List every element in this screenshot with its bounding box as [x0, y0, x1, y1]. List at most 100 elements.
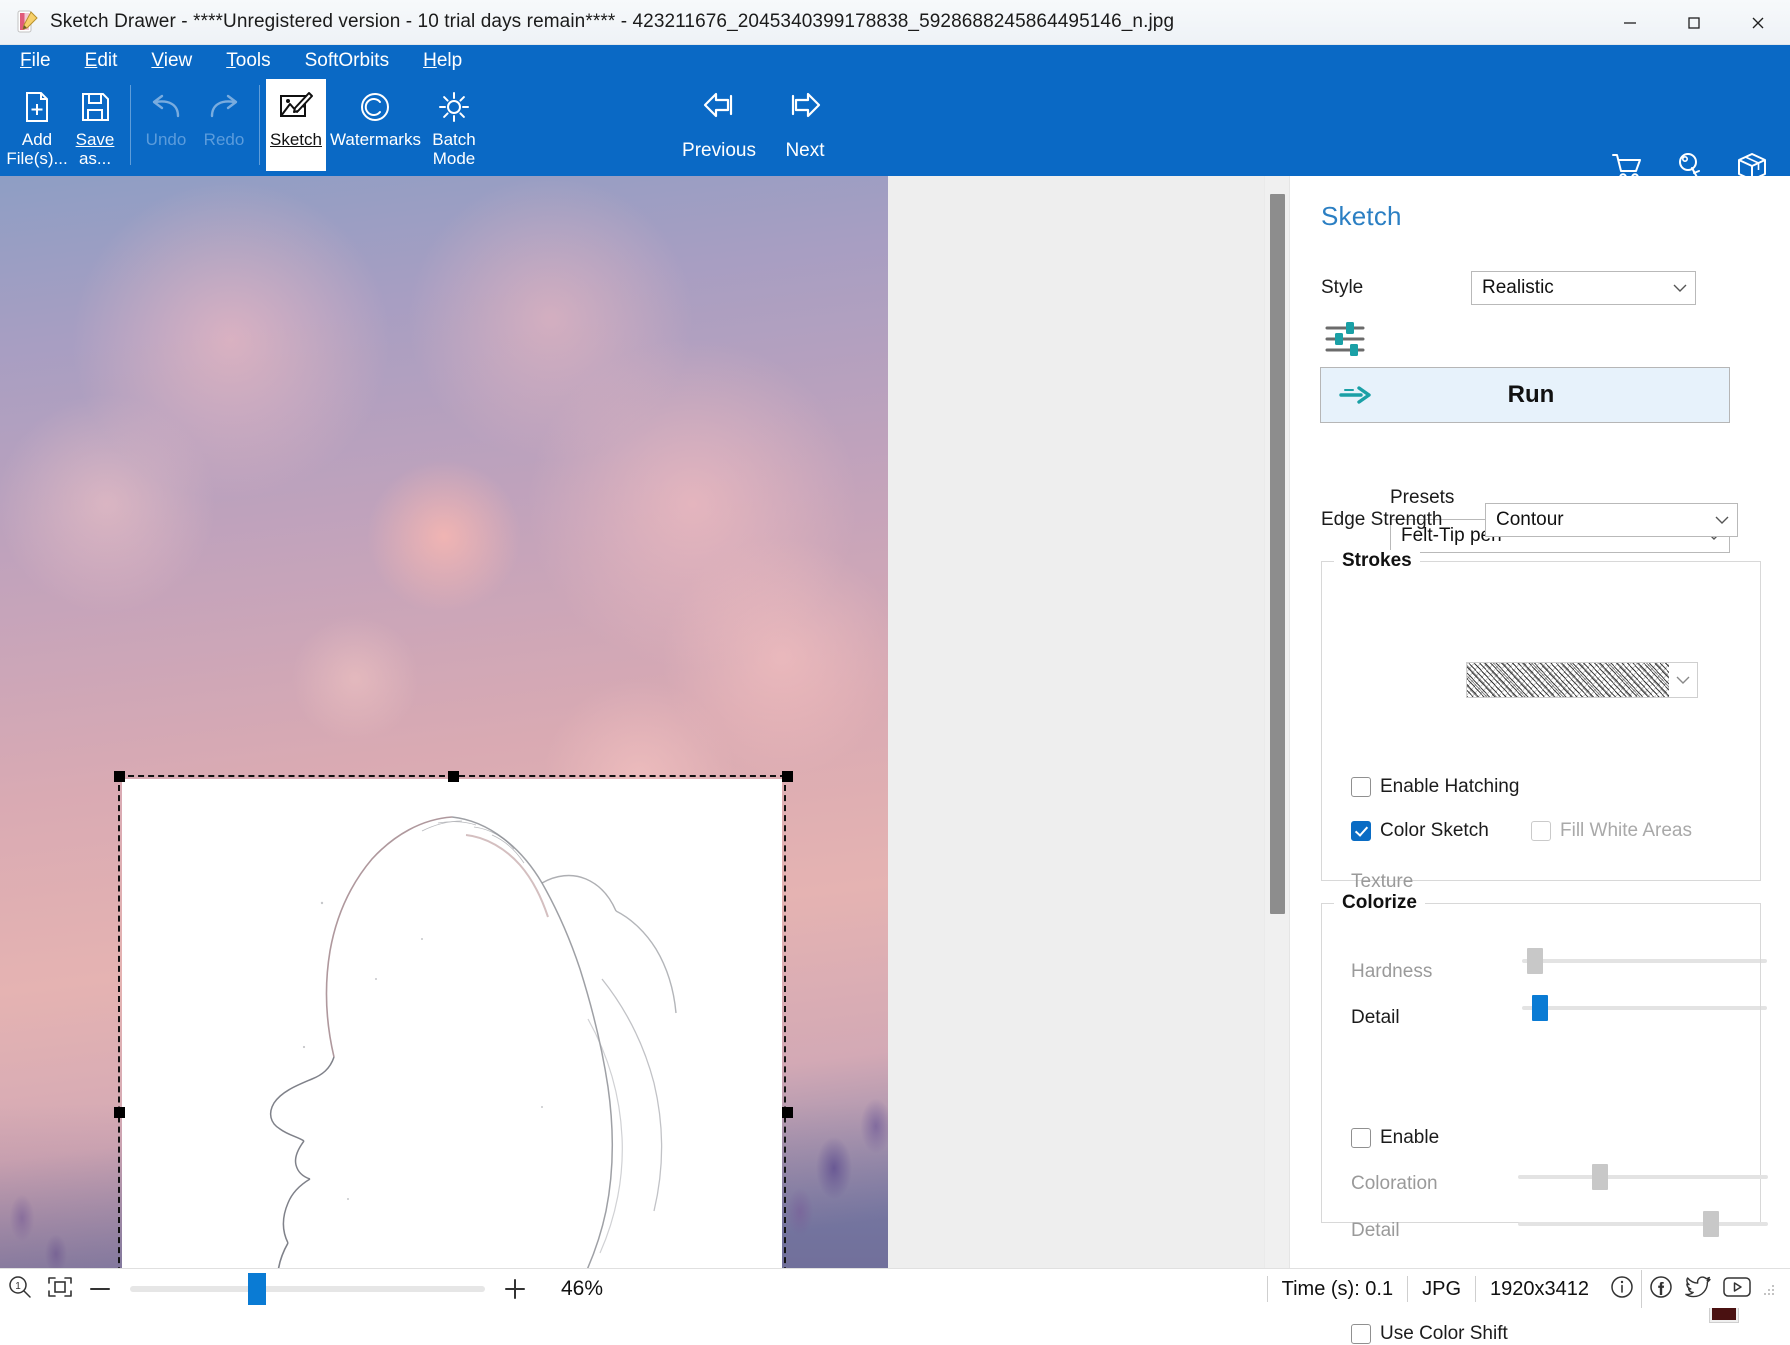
- fit-to-window-icon: [47, 1276, 73, 1303]
- minimize-button[interactable]: [1598, 0, 1662, 45]
- resize-grip[interactable]: [1760, 1281, 1776, 1297]
- enable-hatching-checkbox[interactable]: Enable Hatching: [1351, 776, 1519, 798]
- register-key-button[interactable]: [1670, 149, 1710, 176]
- menu-help[interactable]: Help: [419, 48, 466, 74]
- style-row: Style Realistic: [1321, 271, 1761, 305]
- key-icon: [1674, 151, 1706, 176]
- buy-cart-button[interactable]: [1608, 149, 1648, 176]
- window-title: Sketch Drawer - ****Unregistered version…: [50, 11, 1175, 32]
- coloration-slider[interactable]: [1518, 1164, 1768, 1190]
- close-button[interactable]: [1726, 0, 1790, 45]
- selection-rectangle[interactable]: [114, 771, 793, 1268]
- previous-arrow-icon: [700, 89, 738, 126]
- status-format: JPG: [1407, 1276, 1475, 1302]
- save-as-label: Save as...: [75, 130, 115, 168]
- colorize-detail-slider[interactable]: [1518, 1211, 1768, 1237]
- slider-thumb[interactable]: [1703, 1211, 1719, 1237]
- edge-strength-label: Edge Strength: [1321, 509, 1443, 530]
- maximize-button[interactable]: [1662, 0, 1726, 45]
- menu-edit[interactable]: Edit: [81, 48, 122, 74]
- app-logo-icon: [14, 9, 40, 35]
- twitter-button[interactable]: [1680, 1270, 1718, 1308]
- ribbon-buttons: Add File(s)... Save as... Undo Redo Sket…: [6, 79, 483, 174]
- save-as-button[interactable]: Save as...: [66, 79, 124, 171]
- facebook-button[interactable]: [1641, 1270, 1680, 1308]
- products-box-button[interactable]: [1732, 149, 1772, 176]
- add-files-label: Add File(s)...: [6, 130, 68, 168]
- enable-hatching-label: Enable Hatching: [1380, 776, 1520, 797]
- ribbon-right-actions: [1608, 149, 1772, 176]
- use-color-shift-checkbox[interactable]: Use Color Shift: [1351, 1323, 1508, 1345]
- fill-white-areas-checkbox[interactable]: Fill White Areas: [1531, 820, 1692, 842]
- status-bar: 1 46% Time (s): 0.1 JPG 1920x3412: [0, 1268, 1790, 1308]
- status-dimensions: 1920x3412: [1475, 1276, 1603, 1302]
- style-value: Realistic: [1482, 277, 1554, 298]
- next-label: Next: [785, 140, 825, 161]
- add-files-button[interactable]: Add File(s)...: [6, 79, 68, 171]
- menu-tools[interactable]: Tools: [222, 48, 274, 74]
- color-sketch-checkbox[interactable]: Color Sketch: [1351, 820, 1489, 842]
- image-canvas-area[interactable]: [0, 176, 1289, 1268]
- add-file-icon: [20, 87, 54, 127]
- youtube-button[interactable]: [1718, 1270, 1756, 1308]
- zoom-in-button[interactable]: [495, 1269, 535, 1309]
- edge-strength-value: Contour: [1496, 509, 1564, 530]
- fill-white-areas-label: Fill White Areas: [1560, 820, 1692, 841]
- strokes-group-title: Strokes: [1334, 550, 1420, 572]
- texture-label: Texture: [1351, 871, 1414, 892]
- edge-strength-select[interactable]: Contour: [1485, 503, 1738, 537]
- chevron-down-icon: [1715, 509, 1729, 531]
- ribbon-toolbar: File Edit View Tools SoftOrbits Help Add: [0, 45, 1790, 176]
- slider-thumb[interactable]: [1592, 1164, 1608, 1190]
- canvas-vertical-scrollbar[interactable]: [1264, 176, 1289, 1268]
- previous-button[interactable]: Previous: [676, 79, 762, 171]
- shopping-cart-icon: [1611, 152, 1645, 176]
- coloration-label: Coloration: [1351, 1173, 1438, 1194]
- colorize-group-title: Colorize: [1334, 892, 1425, 914]
- texture-select[interactable]: [1466, 662, 1698, 698]
- title-bar: Sketch Drawer - ****Unregistered version…: [0, 0, 1790, 45]
- selection-handle-middle-right[interactable]: [782, 1107, 793, 1118]
- slider-track: [1518, 1222, 1768, 1226]
- facebook-icon: [1648, 1274, 1674, 1305]
- zoom-slider-thumb[interactable]: [248, 1273, 266, 1305]
- colorize-detail-label: Detail: [1351, 1220, 1400, 1241]
- zoom-out-button[interactable]: [80, 1269, 120, 1309]
- sketch-settings-panel: Sketch Style Realistic Presets Felt-Tip …: [1289, 176, 1790, 1344]
- canvas-scrollbar-thumb[interactable]: [1270, 194, 1285, 914]
- toolbar-separator-2: [259, 85, 260, 165]
- selection-handle-top-center[interactable]: [448, 771, 459, 782]
- undo-label: Undo: [145, 130, 187, 149]
- zoom-actual-size-button[interactable]: 1: [0, 1269, 40, 1309]
- watermarks-label: Watermarks: [329, 130, 421, 149]
- fit-to-window-button[interactable]: [40, 1269, 80, 1309]
- selection-handle-middle-left[interactable]: [114, 1107, 125, 1118]
- colorize-enable-label: Enable: [1380, 1127, 1440, 1148]
- checkbox-box: [1531, 821, 1551, 841]
- selection-handle-top-right[interactable]: [782, 771, 793, 782]
- status-right-group: Time (s): 0.1 JPG 1920x3412: [1266, 1269, 1776, 1309]
- redo-button[interactable]: Redo: [195, 79, 253, 171]
- menu-softorbits[interactable]: SoftOrbits: [301, 48, 393, 74]
- colorize-enable-checkbox[interactable]: Enable: [1351, 1127, 1439, 1149]
- batch-mode-button[interactable]: Batch Mode: [425, 79, 483, 171]
- next-button[interactable]: Next: [762, 79, 848, 171]
- toolbar-separator-1: [130, 85, 131, 165]
- menu-file[interactable]: File: [16, 48, 55, 74]
- previous-label: Previous: [682, 140, 756, 161]
- watermarks-button[interactable]: Watermarks: [326, 79, 425, 171]
- run-label: Run: [1507, 381, 1555, 408]
- selection-handle-top-left[interactable]: [114, 771, 125, 782]
- style-select[interactable]: Realistic: [1471, 271, 1696, 305]
- zoom-slider[interactable]: [130, 1273, 485, 1305]
- run-button[interactable]: Run: [1320, 367, 1730, 423]
- info-button[interactable]: [1603, 1270, 1641, 1308]
- undo-button[interactable]: Undo: [137, 79, 195, 171]
- status-time: Time (s): 0.1: [1266, 1276, 1408, 1302]
- package-box-icon: [1736, 151, 1768, 176]
- style-label: Style: [1321, 277, 1364, 298]
- sketch-tab-button[interactable]: Sketch: [266, 79, 326, 171]
- menu-view[interactable]: View: [147, 48, 196, 74]
- panel-title: Sketch: [1321, 201, 1402, 231]
- use-color-shift-label: Use Color Shift: [1380, 1323, 1508, 1344]
